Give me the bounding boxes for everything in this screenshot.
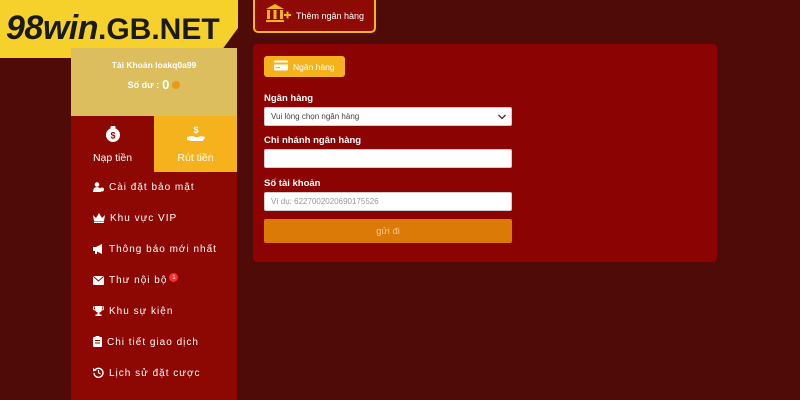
balance-label: Số dư : — [127, 79, 160, 90]
bank-select-value: Vui lòng chọn ngân hàng — [271, 112, 360, 121]
account-number-input[interactable] — [264, 192, 512, 211]
bank-plus-icon — [265, 3, 291, 28]
branch-input[interactable] — [264, 149, 512, 168]
menu-item-bet-history[interactable]: Lịch sử đặt cược — [71, 358, 237, 389]
bank-select[interactable]: Vui lòng chọn ngân hàng — [264, 107, 512, 126]
account-summary: Tài Khoản loakq0a99 Số dư : 0 — [71, 48, 237, 116]
megaphone-icon — [93, 241, 104, 259]
withdraw-label: Rút tiền — [177, 151, 214, 164]
chevron-down-icon — [498, 113, 506, 122]
hand-coin-icon: $ — [186, 125, 206, 148]
menu-label: Lịch sử đặt cược — [109, 368, 201, 379]
clipboard-icon — [93, 334, 102, 352]
unread-badge: 1 — [169, 273, 179, 282]
menu-label: Thông báo mới nhất — [109, 244, 217, 255]
trophy-icon — [92, 303, 105, 321]
account-name: Tài Khoản loakq0a99 — [111, 60, 197, 70]
sidebar-menu: Cài đặt bảo mật Khu vực VIP Thông báo mớ… — [71, 172, 237, 400]
deposit-button[interactable]: $ Nạp tiền — [71, 116, 154, 172]
menu-item-inbox[interactable]: Thư nội bộ 1 — [71, 265, 237, 296]
logo-text: 98win.GB.NET — [6, 9, 220, 47]
svg-text:$: $ — [193, 125, 198, 135]
bank-label: Ngân hàng — [264, 93, 314, 104]
bank-tab-label: Ngân hàng — [293, 61, 335, 72]
coin-icon — [172, 80, 181, 89]
bank-card-icon — [274, 58, 288, 76]
svg-text:$: $ — [110, 130, 115, 140]
bank-tab[interactable]: Ngân hàng — [264, 56, 345, 77]
account-number-label: Số tài khoản — [264, 178, 321, 189]
bank-form-panel: Ngân hàng Ngân hàng Vui lòng chọn ngân h… — [253, 44, 717, 262]
envelope-icon — [93, 272, 104, 290]
history-icon — [93, 365, 104, 383]
menu-item-events[interactable]: Khu sự kiện — [71, 296, 237, 327]
add-bank-tab[interactable]: Thêm ngân hàng — [253, 0, 376, 33]
menu-item-transactions[interactable]: Chi tiết giao dịch — [71, 327, 237, 358]
menu-label: Khu vực VIP — [110, 213, 178, 224]
menu-item-security[interactable]: Cài đặt bảo mật — [71, 172, 237, 203]
menu-label: Chi tiết giao dịch — [107, 337, 199, 348]
add-bank-label: Thêm ngân hàng — [296, 10, 365, 21]
user-gear-icon — [93, 179, 104, 197]
crown-icon — [93, 210, 105, 228]
menu-item-vip[interactable]: Khu vực VIP — [71, 203, 237, 234]
wallet-actions: $ Nạp tiền $ Rút tiền — [71, 116, 237, 172]
branch-label: Chi nhánh ngân hàng — [264, 135, 362, 146]
deposit-label: Nạp tiền — [92, 151, 133, 164]
withdraw-button[interactable]: $ Rút tiền — [154, 116, 237, 172]
balance-value: 0 — [162, 77, 170, 92]
money-bag-icon: $ — [104, 125, 122, 148]
menu-label: Cài đặt bảo mật — [109, 182, 195, 193]
menu-item-notifications[interactable]: Thông báo mới nhất — [71, 234, 237, 265]
menu-label: Thư nội bộ — [109, 275, 168, 286]
menu-label: Khu sự kiện — [109, 306, 174, 317]
submit-button[interactable]: gửi đi — [264, 219, 512, 243]
balance-row: Số dư : 0 — [71, 77, 237, 92]
